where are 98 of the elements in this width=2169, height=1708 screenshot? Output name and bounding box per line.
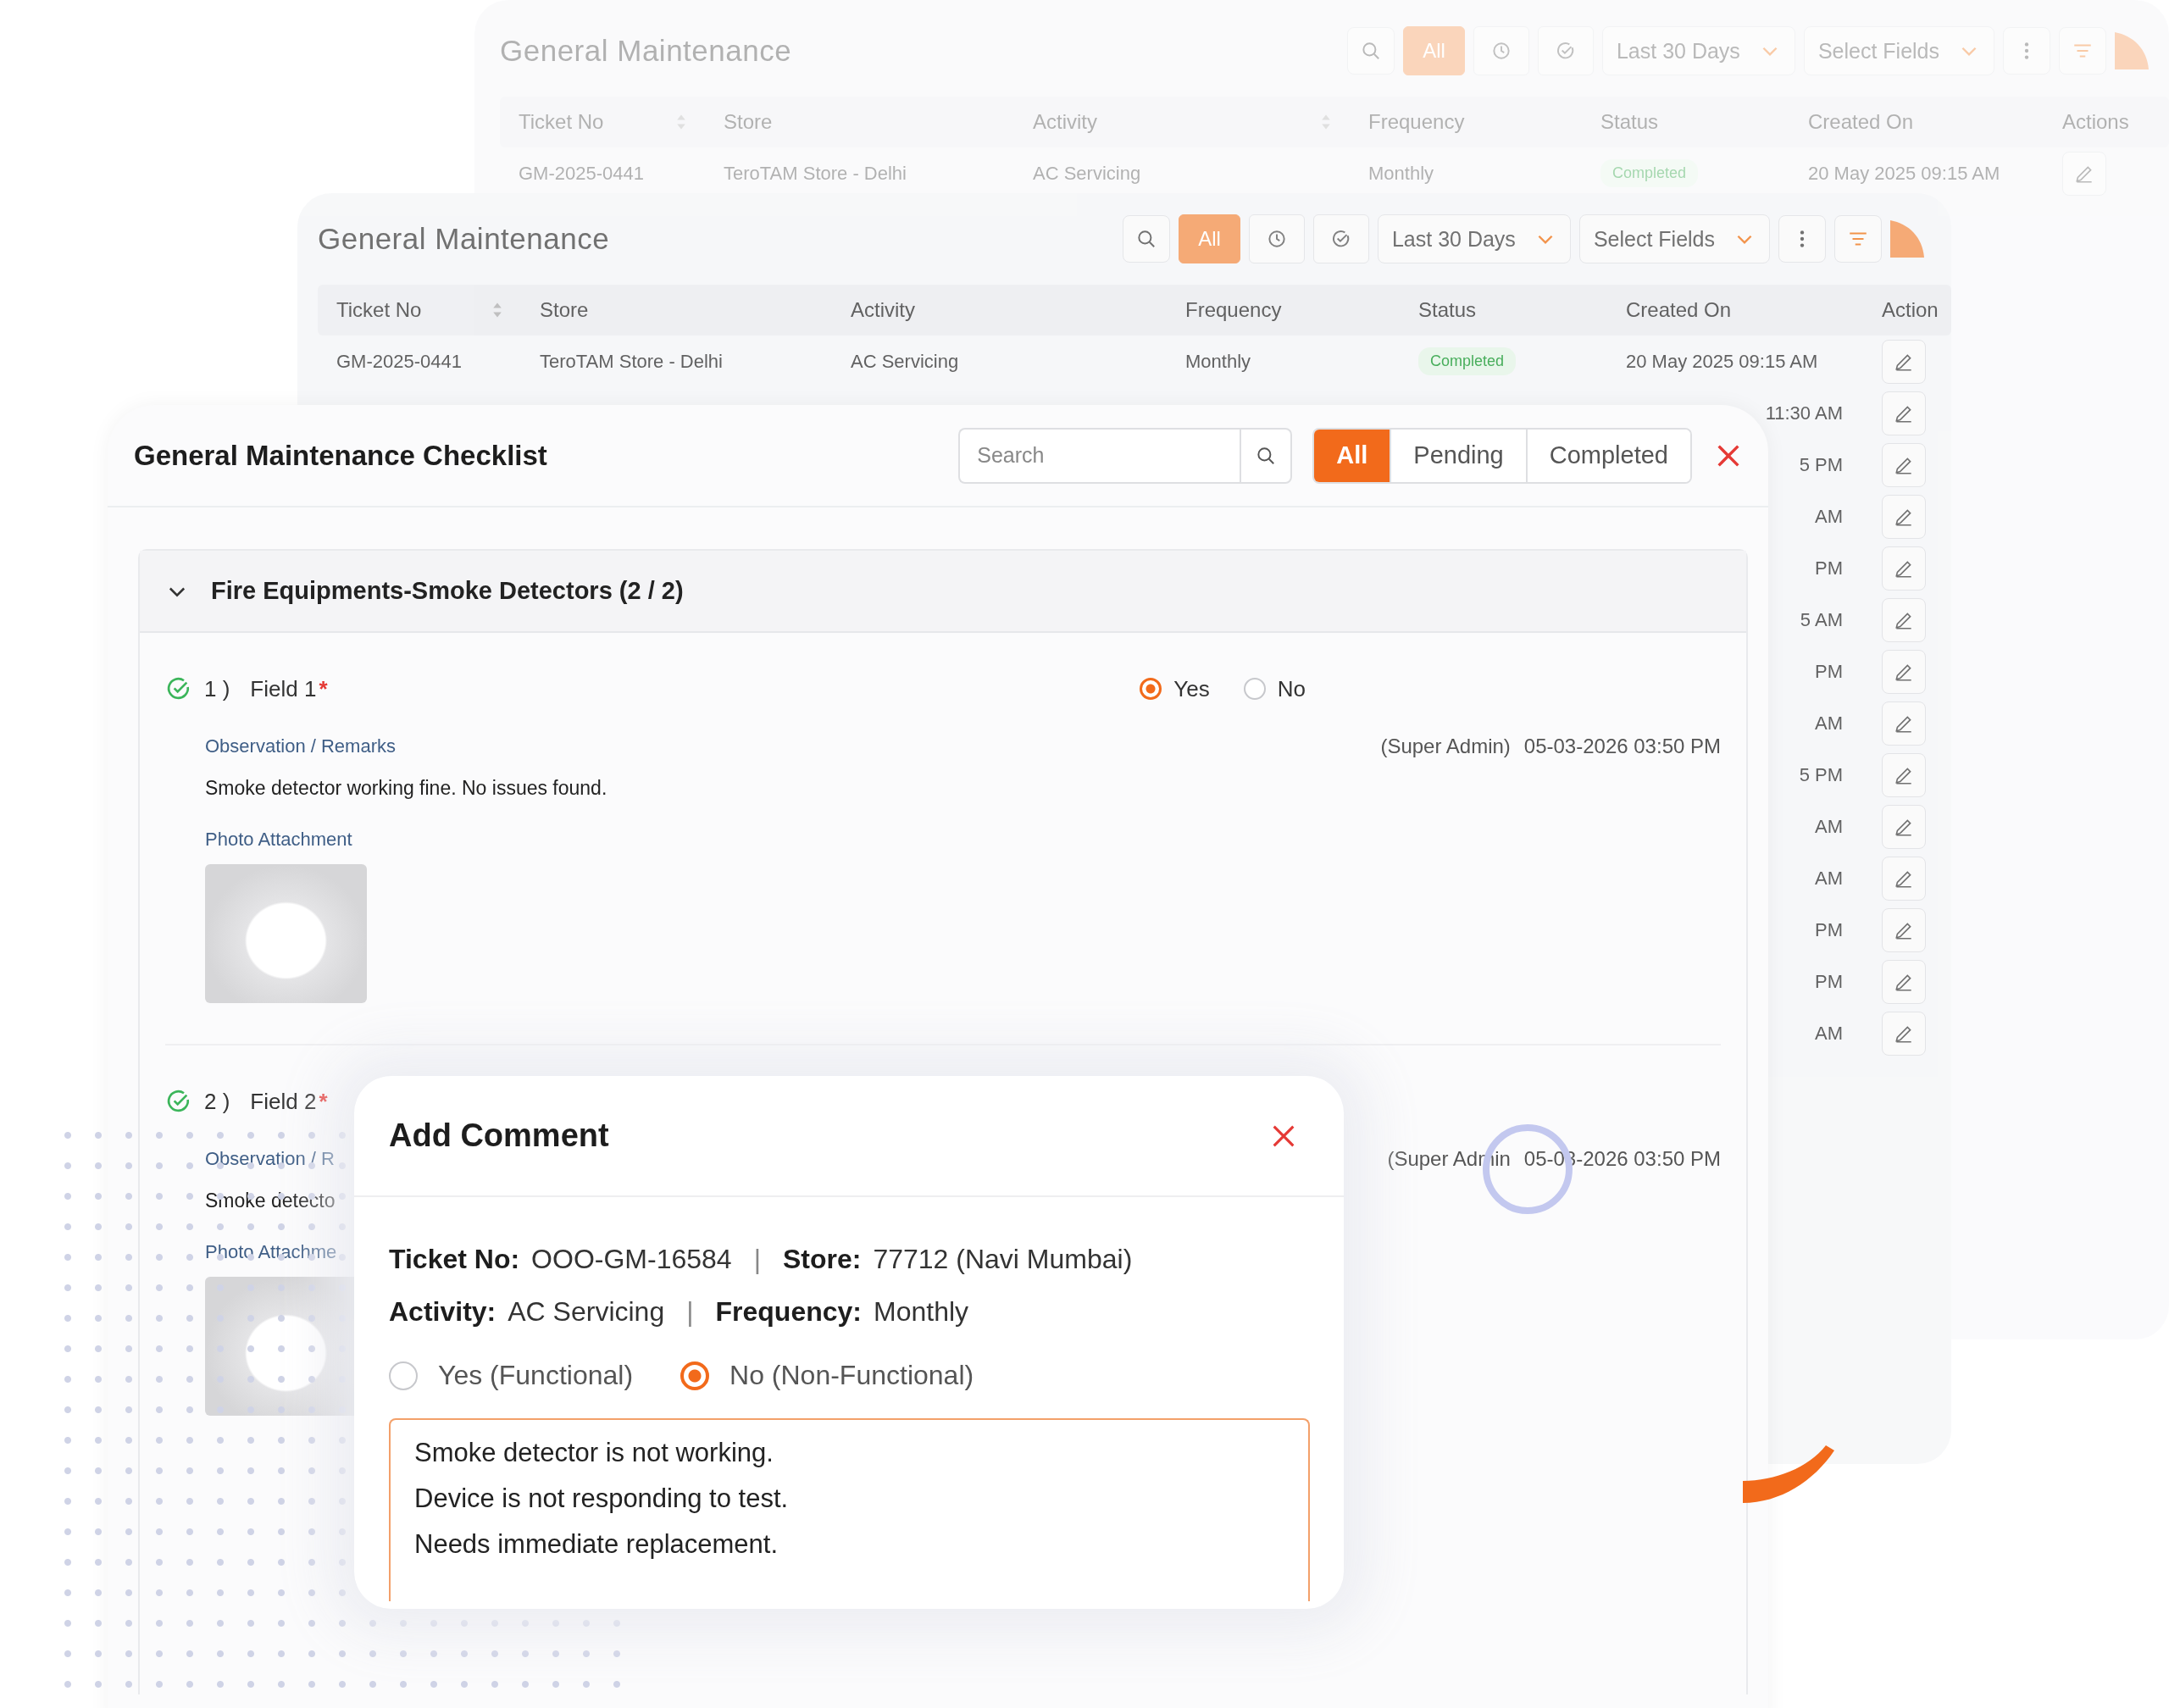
table-cell: PM [1815,660,1843,682]
column-header: Created On [1807,110,1915,134]
info-label: Ticket No: [389,1243,520,1275]
table-cell-text: AC Servicing [850,350,960,373]
table-cell: AM [1815,867,1843,889]
field-number: 2 ) [204,1088,230,1115]
info-label: Activity: [389,1295,496,1328]
separator: | [753,1243,761,1275]
leaf-shape [2115,32,2149,69]
filter-tab[interactable]: Pending [1390,429,1526,482]
edit-button[interactable] [1882,752,1926,797]
edit-button[interactable] [1882,701,1926,746]
remark-text: Smoke detecto [205,1190,336,1212]
table-cell: 11:30 AM [1765,402,1843,424]
section-title: Fire Equipments-Smoke Detectors (2 / 2) [211,577,684,605]
radio-option[interactable]: Yes [1140,675,1210,702]
author-label: (Super Admin) [1380,735,1511,758]
comment-field[interactable]: Smoke detector is not working. Device is not responding to test. Needs immediate replacement. [389,1418,1310,1601]
remarks-label: Observation / Remarks [205,735,396,757]
search-button[interactable] [1123,215,1171,263]
column-header: Frequency [1184,298,1283,322]
column-header: Frequency [1367,110,1466,134]
filter-tab[interactable] [1248,214,1305,263]
info-value: OOO-GM-16584 [531,1243,732,1275]
column-header: Action [1881,298,1939,322]
radio-option[interactable]: No [1243,675,1306,702]
checklist-title: General Maintenance Checklist [134,439,547,472]
column-header: Status [1600,110,1660,134]
edit-button[interactable] [1882,804,1926,849]
remark-text: Smoke detector working fine. No issues found. [205,777,608,800]
table-cell-text: TeroTAM Store - Delhi [539,350,724,373]
table-cell: AM [1815,505,1843,527]
table-cell: AM [1815,815,1843,837]
column-header: Activity [850,298,916,322]
table-cell: 5 PM [1799,453,1843,475]
table-cell-text: GM-2025-0441 [336,350,463,373]
edit-button[interactable] [1882,649,1926,694]
table-cell: AM [1815,712,1843,734]
field-label: Field 1 [250,675,317,702]
edit-button[interactable] [1882,597,1926,642]
table-cell-text: 20 May 2025 09:15 AM [1807,162,2001,185]
table-cell-text: Monthly [1367,162,1435,185]
table-cell: AM [1815,1022,1843,1044]
edit-button[interactable] [1882,546,1926,591]
edit-button[interactable] [1882,339,1926,384]
table-cell-text: 20 May 2025 09:15 AM [1625,350,1819,373]
page-title: General Maintenance [500,34,792,68]
table-cell-text: Monthly [1184,350,1252,373]
edit-button[interactable] [1882,907,1926,952]
photo-label: Photo Attachment [205,829,352,851]
column-header: Ticket No [318,298,521,322]
fields-select[interactable]: Select Fields [1578,214,1770,263]
status-badge: Completed [1418,347,1517,375]
table-cell: PM [1815,557,1843,579]
timestamp: 05-03-2026 03:50 PM [1523,1147,1721,1171]
radio-option[interactable]: No (Non-Functional) [680,1360,974,1391]
info-value: 77712 (Navi Mumbai) [873,1243,1133,1275]
edit-button[interactable] [1882,494,1926,539]
required-mark: * [319,675,328,702]
edit-button[interactable] [1882,1011,1926,1056]
column-header: Store [723,110,774,134]
timestamp: 05-03-2026 03:50 PM [1523,735,1721,758]
info-label: Frequency: [715,1295,862,1328]
edit-button[interactable] [1882,856,1926,901]
filter-tab[interactable]: Completed [1525,429,1690,482]
table-cell-text: GM-2025-0441 [518,162,645,185]
table-cell: 5 PM [1799,763,1843,785]
filter-tab[interactable] [1312,214,1369,263]
table-cell-text: TeroTAM Store - Delhi [723,162,907,185]
leaf-shape [1890,220,1924,258]
separator: | [686,1295,694,1328]
column-header: Created On [1625,298,1733,322]
table-cell: PM [1815,970,1843,992]
column-header: Status [1417,298,1478,322]
column-header: Store [539,298,590,322]
edit-button[interactable] [1882,442,1926,487]
edit-button[interactable] [1882,391,1926,435]
column-header: Ticket No [500,110,705,134]
info-value: Monthly [874,1295,969,1328]
table-cell: PM [1815,918,1843,940]
edit-button[interactable] [1882,959,1926,1004]
field-label: Field 2 [250,1088,317,1115]
page-title: General Maintenance [318,222,610,256]
table-cell: 5 AM [1800,608,1843,630]
info-label: Store: [782,1243,862,1275]
date-range-select[interactable]: Last 30 Days [1377,214,1571,263]
column-header: Activity [1014,110,1350,134]
radio-option[interactable]: Yes (Functional) [389,1360,634,1391]
dialog-title: Add Comment [389,1117,609,1154]
required-mark: * [319,1088,328,1115]
column-header: Actions [2061,110,2130,134]
search-button[interactable] [1240,427,1293,484]
table-cell-text: AC Servicing [1032,162,1142,185]
section-header[interactable]: Fire Equipments-Smoke Detectors (2 / 2) [140,551,1746,633]
status-badge: Completed [1600,159,1699,187]
search-field[interactable]: Search [958,427,1240,484]
info-value: AC Servicing [508,1295,665,1328]
field-number: 1 ) [204,675,230,702]
